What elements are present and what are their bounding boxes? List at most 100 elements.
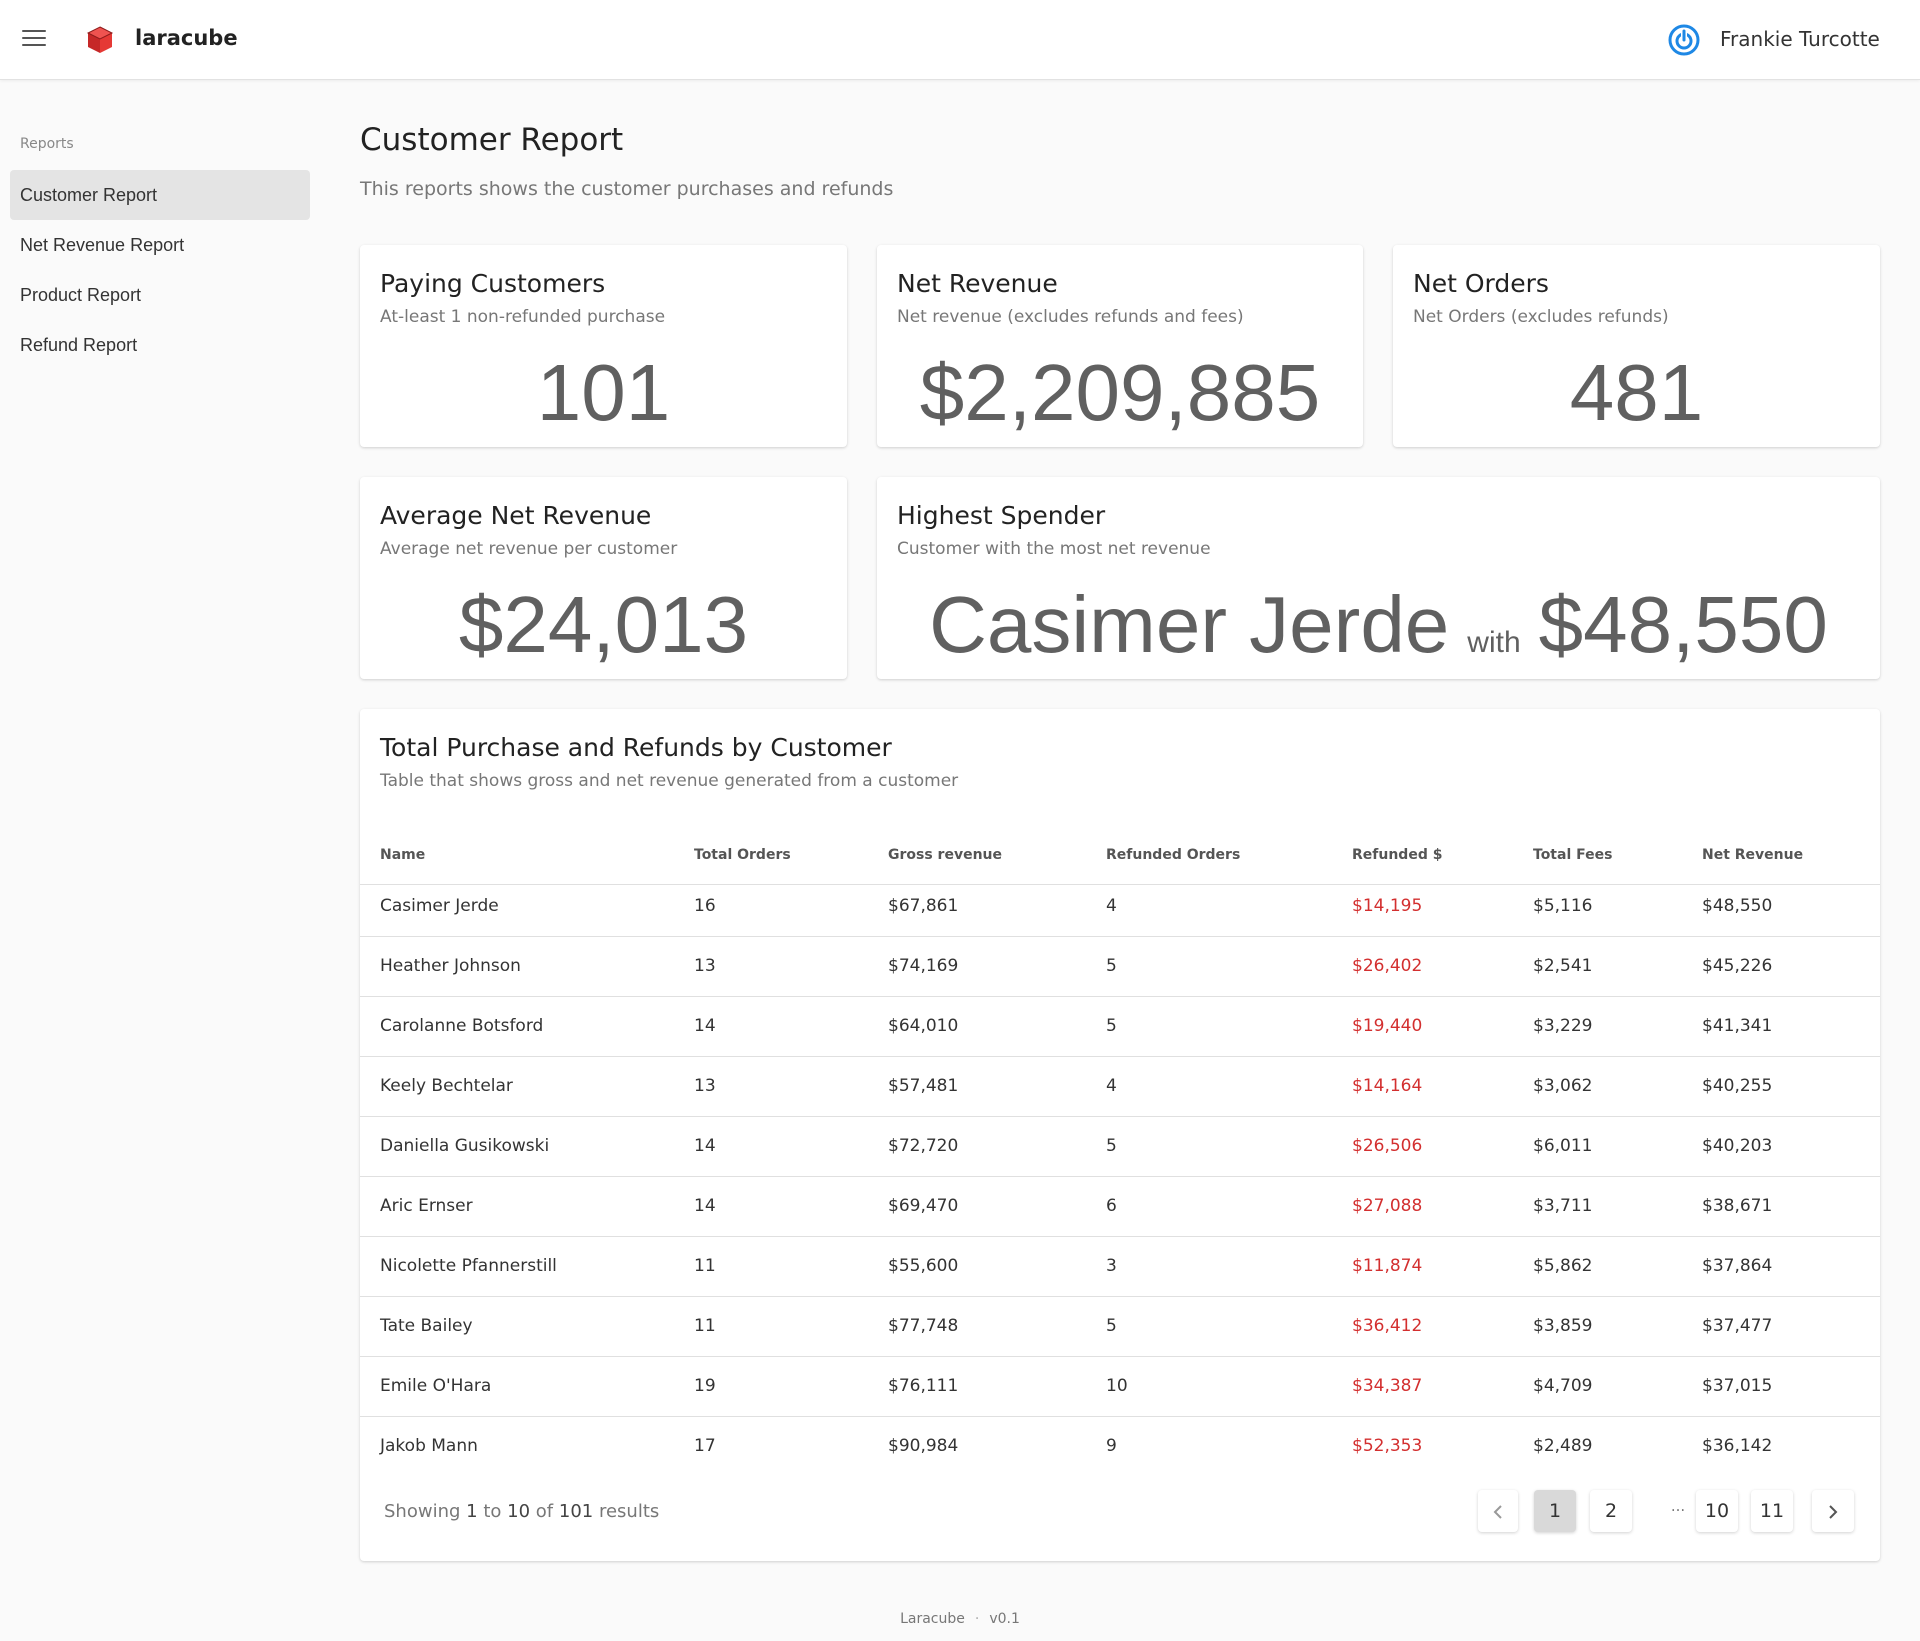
summary-from: 1	[466, 1501, 478, 1522]
results-summary: Showing 1 to 10 of 101 results	[384, 1501, 659, 1522]
cell-total-fees: $6,011	[1533, 1136, 1593, 1156]
table-subtitle: Table that shows gross and net revenue g…	[380, 771, 959, 791]
spender-amount: $48,550	[1538, 580, 1828, 669]
cell-name: Emile O'Hara	[380, 1376, 492, 1396]
card-subtitle: Customer with the most net revenue	[897, 539, 1211, 559]
cell-name: Aric Ernser	[380, 1196, 473, 1216]
card-value: $2,209,885	[919, 348, 1321, 437]
footer-app-name: Laracube	[900, 1611, 965, 1627]
paying-customers-card: Paying Customers At-least 1 non-refunded…	[360, 245, 847, 447]
cell-gross-revenue: $64,010	[888, 1016, 959, 1036]
card-subtitle: Average net revenue per customer	[380, 539, 678, 559]
table-row[interactable]: Aric Ernser 14 $69,470 6 $27,088 $3,711 $38,67…	[360, 1177, 1880, 1237]
chevron-right-icon	[1829, 1504, 1838, 1519]
card-title: Paying Customers	[380, 269, 606, 298]
card-title: Average Net Revenue	[380, 501, 652, 530]
net-orders-card: Net Orders Net Orders (excludes refunds)…	[1393, 245, 1880, 447]
page-button-11[interactable]: 11	[1751, 1490, 1793, 1532]
sidebar-item-net-revenue-report[interactable]: Net Revenue Report	[10, 220, 310, 270]
cell-total-orders: 13	[694, 956, 716, 976]
table-body: Casimer Jerde 16 $67,861 4 $14,195 $5,116 $48,…	[360, 877, 1880, 1477]
column-header-total-fees[interactable]: Total Fees	[1533, 847, 1612, 863]
net-revenue-card: Net Revenue Net revenue (excludes refund…	[877, 245, 1363, 447]
column-header-total-orders[interactable]: Total Orders	[694, 847, 791, 863]
cell-refunded-orders: 3	[1106, 1256, 1117, 1276]
highest-spender-card: Highest Spender Customer with the most n…	[877, 477, 1880, 679]
highest-spender-value: Casimer Jerde with $48,550	[877, 579, 1880, 671]
table-row[interactable]: Casimer Jerde 16 $67,861 4 $14,195 $5,116 $48,…	[360, 877, 1880, 937]
cell-refunded-orders: 4	[1106, 1076, 1117, 1096]
cell-total-fees: $5,116	[1533, 896, 1593, 916]
spender-name: Casimer Jerde	[929, 580, 1450, 669]
table-row[interactable]: Carolanne Botsford 14 $64,010 5 $19,440 $3,22…	[360, 997, 1880, 1057]
brand-name[interactable]: laracube	[135, 26, 238, 50]
page-button-2[interactable]: 2	[1590, 1490, 1632, 1532]
column-header-gross-revenue[interactable]: Gross revenue	[888, 847, 1002, 863]
power-icon[interactable]	[1668, 24, 1700, 56]
next-page-button[interactable]	[1812, 1490, 1854, 1532]
cell-refunded-orders: 5	[1106, 1136, 1117, 1156]
cell-total-orders: 19	[694, 1376, 716, 1396]
cell-name: Heather Johnson	[380, 956, 521, 976]
cell-refunded-amount: $14,195	[1352, 896, 1423, 916]
cell-total-orders: 16	[694, 896, 716, 916]
footer: Laracube · v0.1	[0, 1611, 1920, 1627]
cell-refunded-amount: $26,402	[1352, 956, 1423, 976]
cell-total-orders: 14	[694, 1136, 716, 1156]
cell-total-orders: 14	[694, 1016, 716, 1036]
sidebar-item-customer-report[interactable]: Customer Report	[10, 170, 310, 220]
summary-text: to	[483, 1501, 502, 1522]
page-button-10[interactable]: 10	[1696, 1490, 1738, 1532]
chevron-left-icon	[1493, 1504, 1502, 1519]
table-row[interactable]: Nicolette Pfannerstill 11 $55,600 3 $11,874 $…	[360, 1237, 1880, 1297]
cell-refunded-amount: $26,506	[1352, 1136, 1423, 1156]
table-row[interactable]: Daniella Gusikowski 14 $72,720 5 $26,506 $6,0…	[360, 1117, 1880, 1177]
summary-to: 10	[507, 1501, 531, 1522]
cell-gross-revenue: $69,470	[888, 1196, 959, 1216]
card-title: Net Orders	[1413, 269, 1549, 298]
hamburger-menu-icon[interactable]	[22, 30, 46, 50]
cell-net-revenue: $48,550	[1702, 896, 1773, 916]
sidebar-section-label: Reports	[20, 136, 74, 152]
sidebar-item-refund-report[interactable]: Refund Report	[10, 320, 310, 370]
column-header-refunded-orders[interactable]: Refunded Orders	[1106, 847, 1240, 863]
cell-name: Carolanne Botsford	[380, 1016, 544, 1036]
cell-refunded-amount: $27,088	[1352, 1196, 1423, 1216]
cell-total-fees: $5,862	[1533, 1256, 1593, 1276]
column-header-name[interactable]: Name	[380, 847, 425, 863]
column-header-refunded-amount[interactable]: Refunded $	[1352, 847, 1442, 863]
cell-name: Keely Bechtelar	[380, 1076, 513, 1096]
prev-page-button[interactable]	[1478, 1490, 1518, 1532]
card-title: Net Revenue	[897, 269, 1058, 298]
cell-refunded-orders: 5	[1106, 1316, 1117, 1336]
cell-gross-revenue: $74,169	[888, 956, 959, 976]
cell-gross-revenue: $90,984	[888, 1436, 959, 1456]
table-row[interactable]: Heather Johnson 13 $74,169 5 $26,402 $2,541 $4…	[360, 937, 1880, 997]
cell-total-orders: 14	[694, 1196, 716, 1216]
cell-net-revenue: $37,477	[1702, 1316, 1773, 1336]
cell-refunded-orders: 5	[1106, 1016, 1117, 1036]
cell-net-revenue: $36,142	[1702, 1436, 1773, 1456]
user-name[interactable]: Frankie Turcotte	[1720, 27, 1880, 51]
table-row[interactable]: Keely Bechtelar 13 $57,481 4 $14,164 $3,062 $4…	[360, 1057, 1880, 1117]
cell-refunded-orders: 6	[1106, 1196, 1117, 1216]
cell-gross-revenue: $72,720	[888, 1136, 959, 1156]
cell-total-fees: $2,489	[1533, 1436, 1593, 1456]
column-header-net-revenue[interactable]: Net Revenue	[1702, 847, 1803, 863]
sidebar-item-product-report[interactable]: Product Report	[10, 270, 310, 320]
table-row[interactable]: Jakob Mann 17 $90,984 9 $52,353 $2,489 $36,142	[360, 1417, 1880, 1477]
cell-total-fees: $3,229	[1533, 1016, 1593, 1036]
cell-net-revenue: $45,226	[1702, 956, 1773, 976]
cell-refunded-orders: 4	[1106, 896, 1117, 916]
table-row[interactable]: Tate Bailey 11 $77,748 5 $36,412 $3,859 $37,47…	[360, 1297, 1880, 1357]
summary-text: Showing	[384, 1501, 461, 1522]
table-row[interactable]: Emile O'Hara 19 $76,111 10 $34,387 $4,709 $37,…	[360, 1357, 1880, 1417]
cell-gross-revenue: $55,600	[888, 1256, 959, 1276]
cell-total-orders: 11	[694, 1316, 716, 1336]
cell-total-fees: $2,541	[1533, 956, 1593, 976]
table-title: Total Purchase and Refunds by Customer	[380, 733, 892, 762]
page-button-1[interactable]: 1	[1534, 1490, 1576, 1532]
cell-name: Jakob Mann	[380, 1436, 478, 1456]
cell-refunded-amount: $11,874	[1352, 1256, 1423, 1276]
cell-total-orders: 17	[694, 1436, 716, 1456]
